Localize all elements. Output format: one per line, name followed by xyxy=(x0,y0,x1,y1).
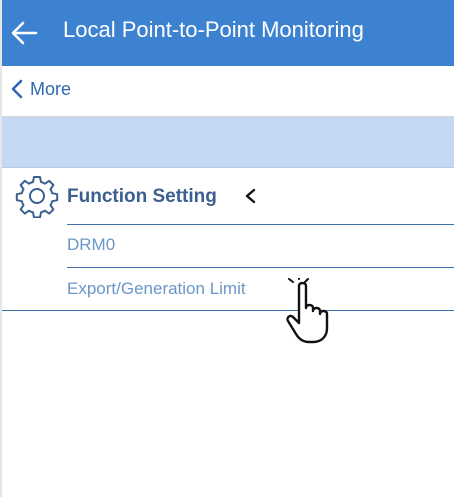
left-arrow-icon[interactable] xyxy=(10,20,38,46)
app-bar: Local Point-to-Point Monitoring xyxy=(0,0,454,66)
app-screen: Local Point-to-Point Monitoring More Fun… xyxy=(0,0,454,497)
more-back-link[interactable]: More xyxy=(10,78,71,100)
gear-icon xyxy=(15,176,59,218)
divider xyxy=(67,224,454,225)
screen-edge xyxy=(0,0,2,497)
menu-item-export-generation-limit[interactable]: Export/Generation Limit xyxy=(67,279,246,301)
more-label: More xyxy=(30,78,72,99)
chevron-left-icon[interactable] xyxy=(244,188,256,204)
section-title: Function Setting xyxy=(67,186,217,207)
menu-item-drm0[interactable]: DRM0 xyxy=(67,235,115,257)
divider xyxy=(67,267,454,268)
pointing-hand-icon xyxy=(286,278,329,344)
page-title: Local Point-to-Point Monitoring xyxy=(63,17,364,42)
chevron-left-icon xyxy=(11,79,23,99)
divider xyxy=(0,310,454,311)
info-banner xyxy=(0,117,454,168)
